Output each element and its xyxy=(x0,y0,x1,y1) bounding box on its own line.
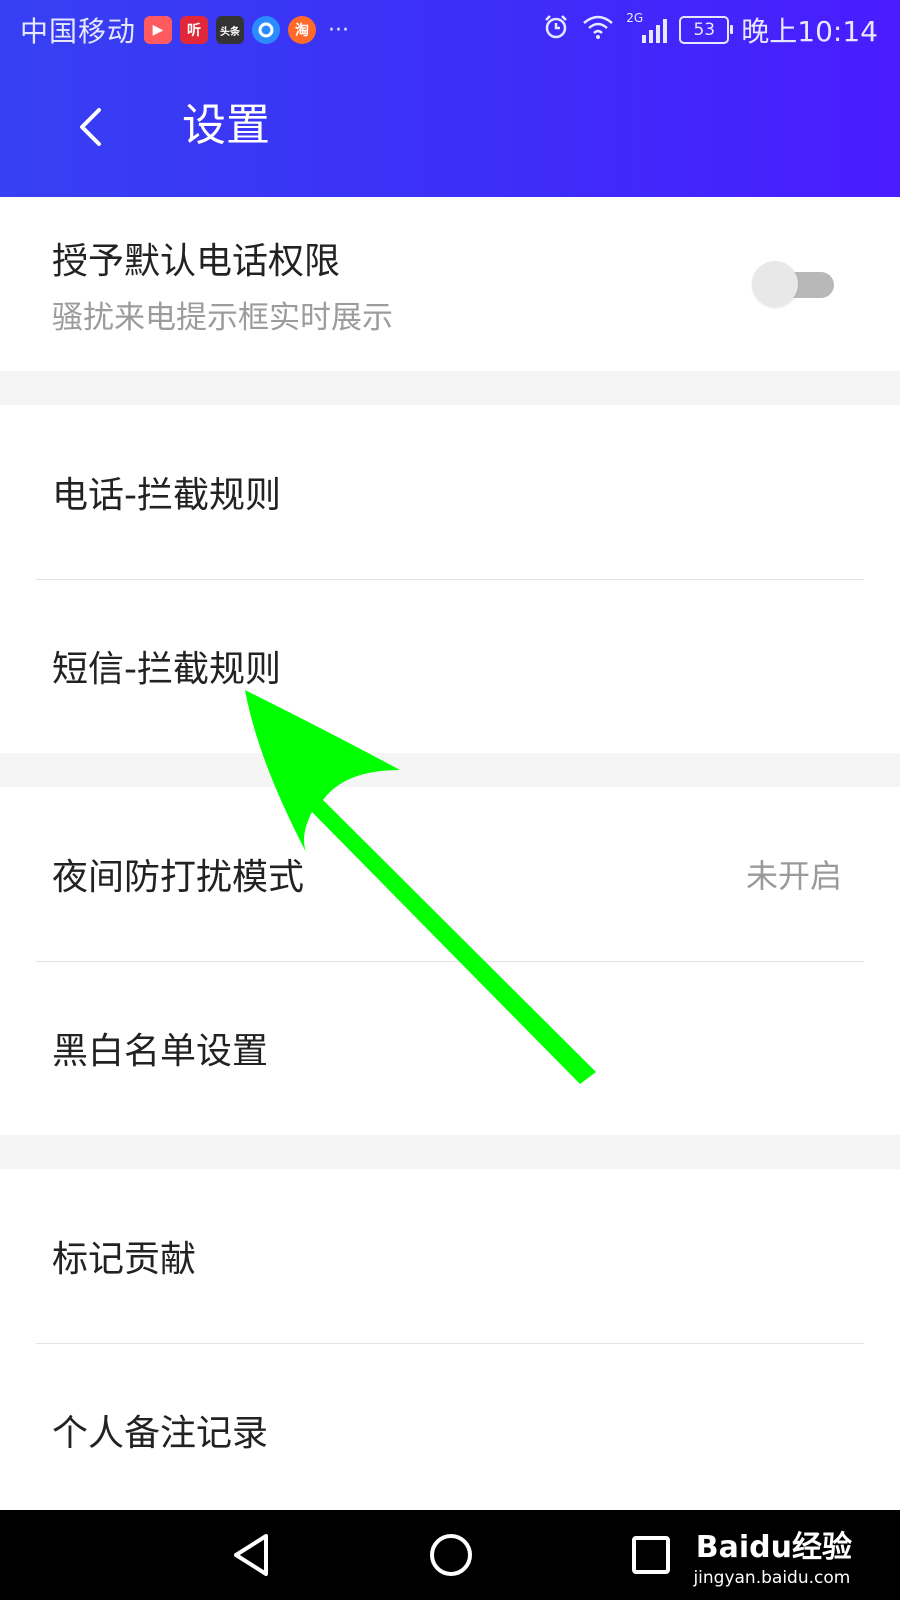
settings-item-mark-contribution[interactable]: 标记贡献 xyxy=(0,1169,900,1343)
status-bar: 中国移动 ▶ 听 头条 淘 ··· 2G 53 晚上10:14 xyxy=(0,0,900,60)
circle-home-icon xyxy=(430,1534,472,1576)
listen-app-icon: 听 xyxy=(180,16,209,44)
more-notifications-icon: ··· xyxy=(328,17,349,43)
nav-back-button[interactable] xyxy=(226,1530,276,1580)
square-recents-icon xyxy=(632,1536,670,1574)
video-app-icon: ▶ xyxy=(144,16,173,44)
triangle-back-icon xyxy=(234,1534,268,1576)
settings-item-default-phone-permission[interactable]: 授予默认电话权限 骚扰来电提示框实时展示 xyxy=(0,197,900,371)
network-type-label: 2G xyxy=(626,11,644,25)
battery-level: 53 xyxy=(693,20,716,40)
taobao-app-icon: 淘 xyxy=(288,16,317,44)
settings-item-label: 黑白名单设置 xyxy=(52,1031,269,1072)
cell-signal-icon: 2G xyxy=(626,11,668,43)
notification-app-icons: ▶ 听 头条 淘 xyxy=(144,16,324,44)
carrier-name: 中国移动 xyxy=(20,15,137,48)
watermark-logo-text: Baidu经验 xyxy=(695,1530,852,1565)
settings-item-label: 个人备注记录 xyxy=(52,1413,269,1454)
toutiao-app-icon: 头条 xyxy=(216,16,245,44)
settings-item-label: 短信-拦截规则 xyxy=(52,649,281,690)
settings-group-records: 标记贡献 个人备注记录 xyxy=(0,1169,900,1517)
settings-item-personal-notes[interactable]: 个人备注记录 xyxy=(0,1343,900,1517)
section-divider xyxy=(0,371,900,405)
toggle-knob xyxy=(752,261,798,307)
wifi-icon xyxy=(582,14,614,47)
settings-group-modes: 夜间防打扰模式 未开启 黑白名单设置 xyxy=(0,787,900,1135)
settings-item-label: 标记贡献 xyxy=(52,1239,197,1280)
page-title: 设置 xyxy=(182,100,270,151)
settings-item-night-dnd[interactable]: 夜间防打扰模式 未开启 xyxy=(0,787,900,961)
default-phone-permission-toggle[interactable] xyxy=(752,261,834,307)
signal-bars xyxy=(642,17,668,43)
settings-item-label: 夜间防打扰模式 xyxy=(52,857,305,898)
browser-app-icon xyxy=(252,16,281,44)
clock-time: 晚上10:14 xyxy=(741,15,878,48)
settings-item-sublabel: 骚扰来电提示框实时展示 xyxy=(52,299,393,336)
settings-group-permission: 授予默认电话权限 骚扰来电提示框实时展示 xyxy=(0,197,900,371)
chevron-left-icon xyxy=(80,108,101,146)
settings-item-sms-block-rules[interactable]: 短信-拦截规则 xyxy=(0,579,900,753)
watermark-logo: Baidu经验 xyxy=(692,1522,852,1566)
baidu-jingyan-watermark: Baidu经验 jingyan.baidu.com xyxy=(692,1522,852,1588)
watermark-url: jingyan.baidu.com xyxy=(693,1568,851,1588)
settings-item-black-white-list[interactable]: 黑白名单设置 xyxy=(0,961,900,1135)
settings-list: 授予默认电话权限 骚扰来电提示框实时展示 电话-拦截规则 短信-拦截规则 夜间防… xyxy=(0,197,900,1517)
status-indicators: 2G 53 晚上10:14 xyxy=(542,0,878,60)
settings-item-value: 未开启 xyxy=(745,857,842,895)
settings-item-label: 电话-拦截规则 xyxy=(52,475,281,516)
app-header: 中国移动 ▶ 听 头条 淘 ··· 2G 53 晚上10:14 设置 xyxy=(0,0,900,197)
settings-group-rules: 电话-拦截规则 短信-拦截规则 xyxy=(0,405,900,753)
section-divider xyxy=(0,1135,900,1169)
back-button[interactable] xyxy=(60,92,120,162)
nav-home-button[interactable] xyxy=(426,1530,476,1580)
section-divider xyxy=(0,753,900,787)
alarm-icon xyxy=(542,13,570,48)
settings-item-call-block-rules[interactable]: 电话-拦截规则 xyxy=(0,405,900,579)
settings-item-label: 授予默认电话权限 xyxy=(52,240,341,282)
nav-recents-button[interactable] xyxy=(626,1530,676,1580)
battery-icon: 53 xyxy=(679,16,734,44)
